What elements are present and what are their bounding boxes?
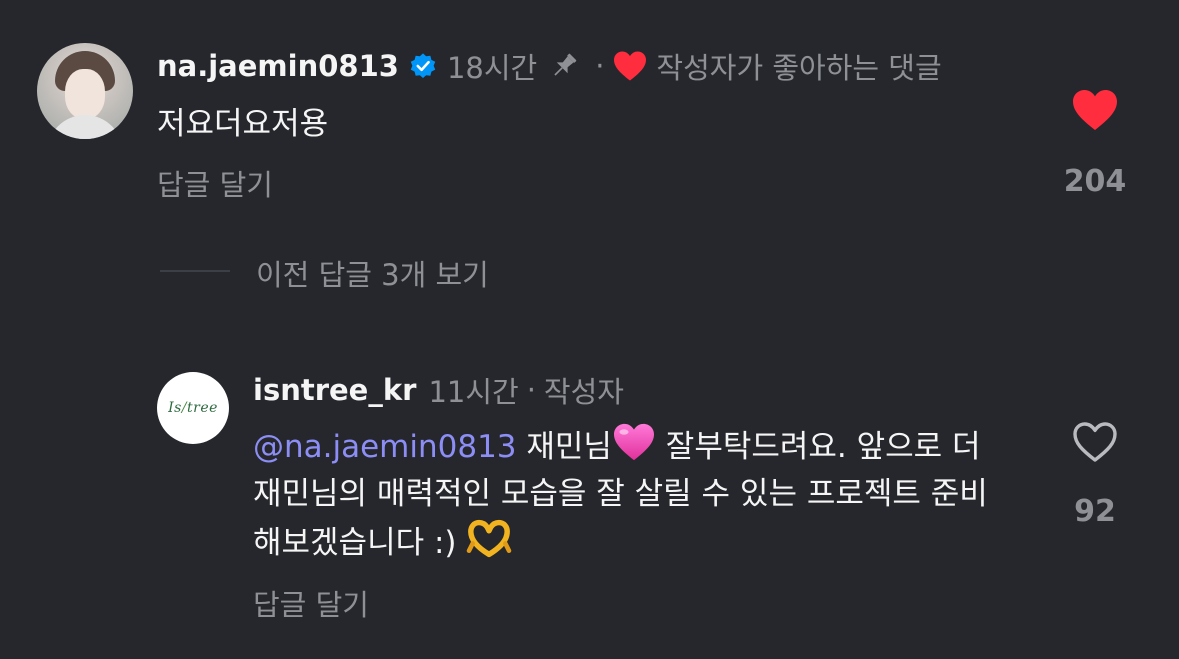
avatar[interactable] [37,43,133,139]
reply-text-part: 재민님 [516,429,612,465]
liked-by-author-label: 작성자가 좋아하는 댓글 [656,51,942,85]
avatar[interactable]: Is/tree [157,372,229,444]
heart-hands-icon [467,519,512,558]
username[interactable]: na.jaemin0813 [157,49,399,83]
reply-button[interactable]: 답글 달기 [253,582,369,624]
view-previous-replies-button[interactable]: 이전 답글 3개 보기 [256,252,489,294]
pink-heart-icon [613,423,654,461]
like-heart-outline-icon[interactable] [1071,420,1119,464]
avatar-shirt [47,115,123,139]
comment-time: 11시간 [428,375,519,409]
like-heart-icon[interactable] [1071,88,1119,132]
mention-link[interactable]: @na.jaemin0813 [253,429,517,465]
like-count: 204 [1063,164,1127,199]
pin-icon [554,53,577,76]
author-badge: 작성자 [543,375,624,409]
separator-dot: · [595,49,605,83]
comment-text: 저요더요저용 [157,106,329,142]
thread-line [160,270,230,272]
heart-icon [614,51,647,81]
comment-header: na.jaemin0813 18시간 · 작성자가 좋아하는 댓글 [157,46,942,86]
avatar-face [65,69,105,119]
username[interactable]: isntree_kr [253,373,416,407]
reply-text: @na.jaemin0813 재민님 잘부탁드려요. 앞으로 더 재민님의 매력… [253,422,1013,567]
reply-header: isntree_kr 11시간 · 작성자 [253,370,624,410]
comments-panel: na.jaemin0813 18시간 · 작성자가 좋아하는 댓글 저요더요저용… [0,0,1179,659]
separator-dot: · [526,373,536,407]
like-count: 92 [1074,494,1116,529]
verified-badge-icon [410,53,436,79]
reply-button[interactable]: 답글 달기 [157,162,273,204]
brand-logo: Is/tree [168,400,218,416]
comment-time: 18시간 [446,51,538,85]
